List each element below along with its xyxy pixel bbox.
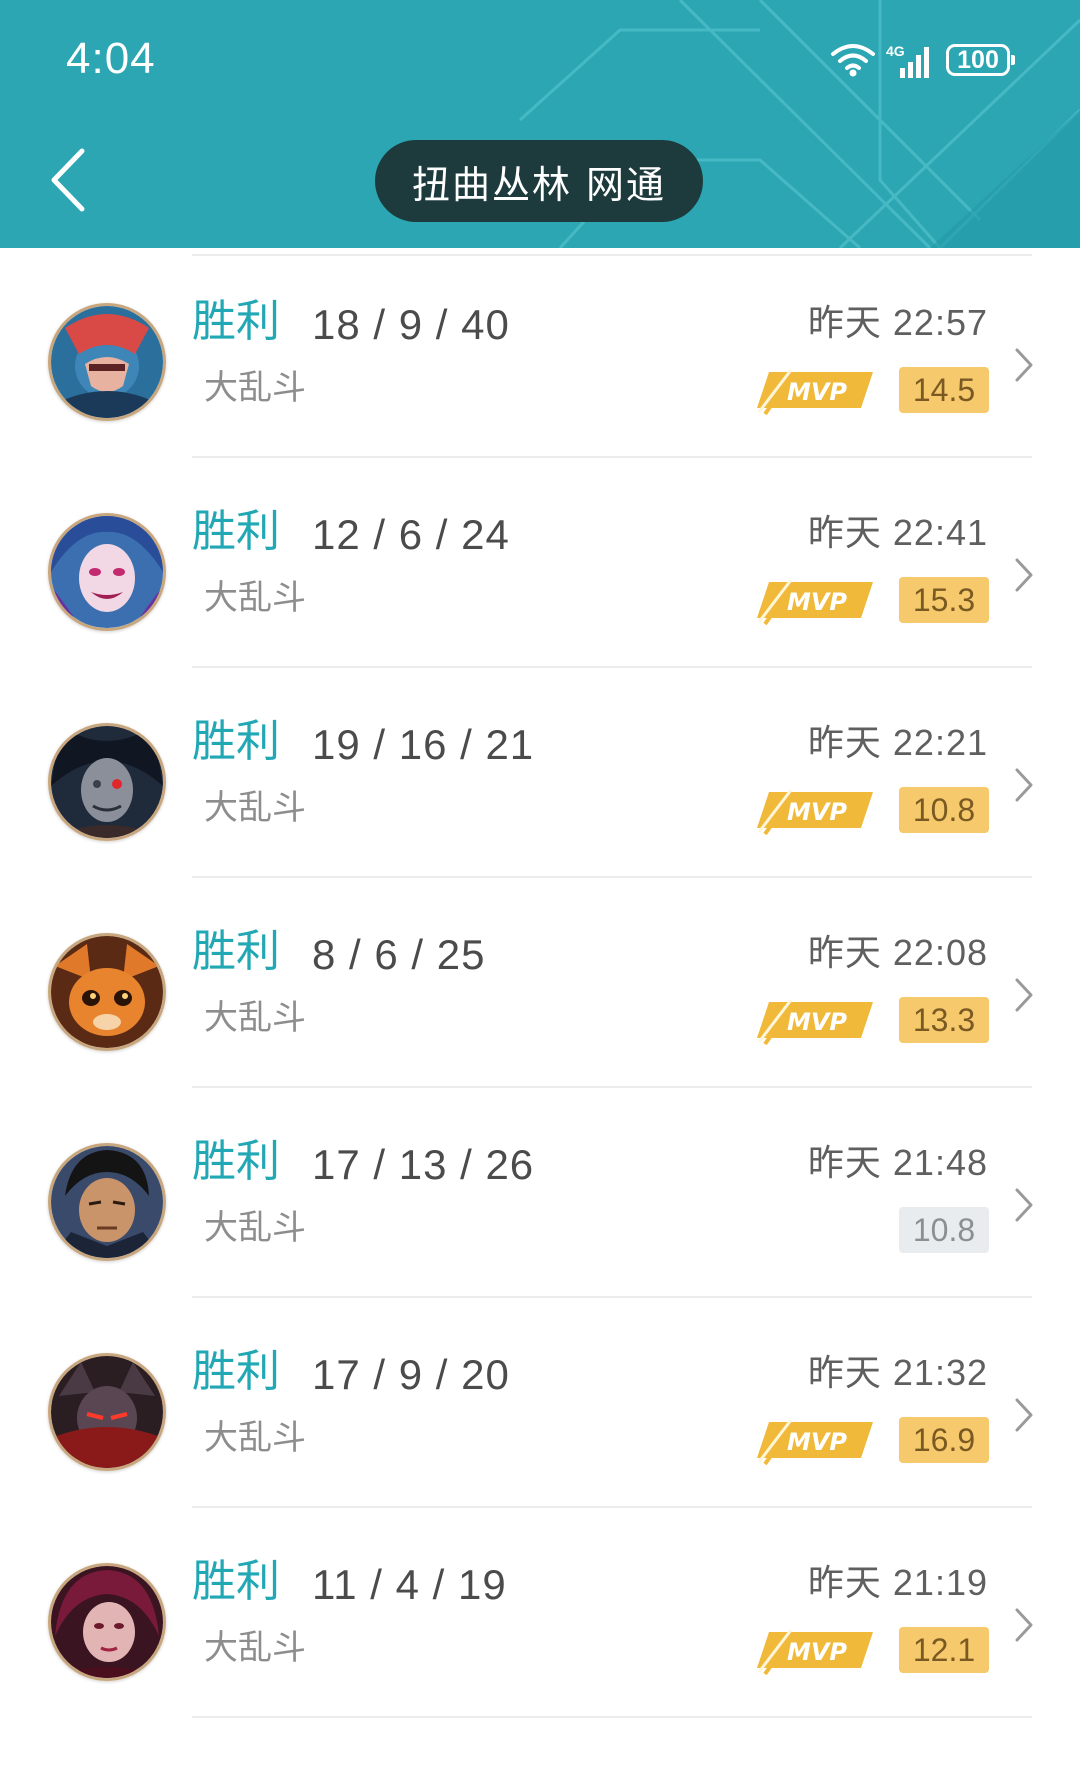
- match-time: 昨天 22:57: [807, 302, 988, 343]
- back-button[interactable]: [40, 140, 96, 220]
- result-label: 胜利: [192, 716, 280, 767]
- match-row[interactable]: 胜利 19 / 16 / 21 大乱斗 昨天 22:21 MVP 10.8: [0, 668, 1080, 878]
- match-score: 12.1: [899, 1627, 989, 1673]
- kda-score: 17 / 13 / 26: [312, 1141, 535, 1188]
- match-time: 昨天 21:19: [807, 1562, 988, 1603]
- divider: [192, 1716, 1032, 1718]
- chevron-right-icon: [1015, 1608, 1033, 1642]
- champion-avatar: [48, 1563, 166, 1681]
- match-score: 13.3: [899, 997, 989, 1043]
- champion-avatar: [48, 1143, 166, 1261]
- chevron-right-icon: [1015, 348, 1033, 382]
- kda-score: 8 / 6 / 25: [312, 931, 486, 978]
- chevron-right-icon: [1015, 768, 1033, 802]
- kda-score: 12 / 6 / 24: [312, 511, 510, 558]
- status-bar: 4:04 4G 100: [0, 0, 1080, 120]
- game-mode: 大乱斗: [204, 1208, 306, 1248]
- network-type: 4G: [886, 43, 905, 59]
- svg-text:MVP: MVP: [787, 378, 847, 406]
- status-time: 4:04: [66, 34, 156, 83]
- wifi-icon: [831, 44, 875, 77]
- champion-avatar: [48, 303, 166, 421]
- mvp-badge-icon: MVP: [757, 579, 873, 626]
- chevron-right-icon: [1015, 978, 1033, 1012]
- result-label: 胜利: [192, 926, 280, 977]
- match-row[interactable]: 胜利 17 / 9 / 20 大乱斗 昨天 21:32 MVP 16.9: [0, 1298, 1080, 1508]
- match-score: 10.8: [899, 787, 989, 833]
- champion-avatar: [48, 933, 166, 1051]
- match-list: 胜利 18 / 9 / 40 大乱斗 昨天 22:57 MVP 14.5 胜利 …: [0, 248, 1080, 1767]
- match-time: 昨天 21:48: [807, 1142, 988, 1183]
- champion-avatar: [48, 1353, 166, 1471]
- svg-text:MVP: MVP: [787, 798, 847, 826]
- chevron-right-icon: [1015, 558, 1033, 592]
- header: 4:04 4G 100 扭曲丛林 网通: [0, 0, 1080, 248]
- result-label: 胜利: [192, 506, 280, 557]
- kda-score: 19 / 16 / 21: [312, 721, 535, 768]
- match-time: 昨天 22:08: [807, 932, 988, 973]
- kda-score: 17 / 9 / 20: [312, 1351, 510, 1398]
- game-mode: 大乱斗: [204, 998, 306, 1038]
- kda-score: 11 / 4 / 19: [312, 1561, 507, 1608]
- result-label: 胜利: [192, 1346, 280, 1397]
- battery-level: 100: [957, 45, 999, 74]
- svg-text:MVP: MVP: [787, 588, 847, 616]
- chevron-right-icon: [1015, 1188, 1033, 1222]
- result-label: 胜利: [192, 1556, 280, 1607]
- back-arrow-icon: [51, 148, 85, 212]
- result-label: 胜利: [192, 296, 280, 347]
- match-row[interactable]: 胜利 17 / 13 / 26 大乱斗 昨天 21:48 10.8: [0, 1088, 1080, 1298]
- game-mode: 大乱斗: [204, 368, 306, 408]
- svg-text:MVP: MVP: [787, 1008, 847, 1036]
- match-score: 10.8: [899, 1207, 989, 1253]
- game-mode: 大乱斗: [204, 1628, 306, 1668]
- match-row[interactable]: 胜利 18 / 9 / 40 大乱斗 昨天 22:57 MVP 14.5: [0, 248, 1080, 458]
- match-row[interactable]: 胜利 11 / 4 / 19 大乱斗 昨天 21:19 MVP 12.1: [0, 1508, 1080, 1718]
- signal-icon: 4G: [886, 43, 929, 78]
- match-time: 昨天 22:41: [807, 512, 988, 553]
- match-score: 16.9: [899, 1417, 989, 1463]
- battery-icon: 100: [946, 44, 1015, 76]
- match-score: 15.3: [899, 577, 989, 623]
- match-row[interactable]: 胜利 12 / 6 / 24 大乱斗 昨天 22:41 MVP 15.3: [0, 458, 1080, 668]
- result-label: 胜利: [192, 1136, 280, 1187]
- game-mode: 大乱斗: [204, 578, 306, 618]
- game-mode: 大乱斗: [204, 1418, 306, 1458]
- mvp-badge-icon: MVP: [757, 999, 873, 1046]
- match-score: 14.5: [899, 367, 989, 413]
- mvp-badge-icon: MVP: [757, 369, 873, 416]
- game-mode: 大乱斗: [204, 788, 306, 828]
- match-time: 昨天 22:21: [807, 722, 988, 763]
- champion-avatar: [48, 513, 166, 631]
- svg-text:MVP: MVP: [787, 1428, 847, 1456]
- page-title: 扭曲丛林 网通: [375, 140, 703, 222]
- champion-avatar: [48, 723, 166, 841]
- svg-text:MVP: MVP: [787, 1638, 847, 1666]
- mvp-badge-icon: MVP: [757, 789, 873, 836]
- mvp-badge-icon: MVP: [757, 1629, 873, 1676]
- status-icons: 4G 100: [830, 38, 1015, 82]
- kda-score: 18 / 9 / 40: [312, 301, 510, 348]
- mvp-badge-icon: MVP: [757, 1419, 873, 1466]
- chevron-right-icon: [1015, 1398, 1033, 1432]
- match-time: 昨天 21:32: [807, 1352, 988, 1393]
- match-row[interactable]: 胜利 8 / 6 / 25 大乱斗 昨天 22:08 MVP 13.3: [0, 878, 1080, 1088]
